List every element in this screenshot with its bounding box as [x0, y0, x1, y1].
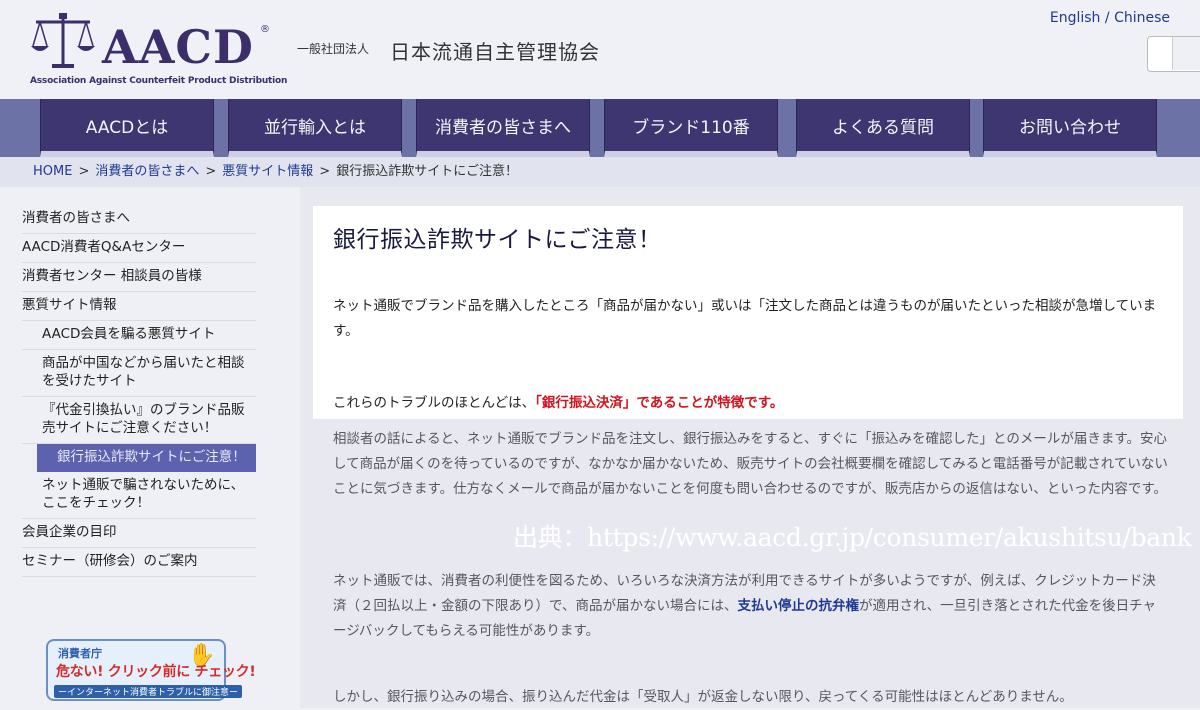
- banner-headline: 危ない! クリック前に チェック!: [56, 664, 256, 680]
- logo-subtitle: Association Against Counterfeit Product …: [30, 76, 288, 86]
- breadcrumb-home[interactable]: HOME: [33, 164, 72, 179]
- nav-about[interactable]: AACDとは: [40, 99, 214, 157]
- sidebar-item-label: 銀行振込詐欺サイトにご注意！: [57, 449, 246, 465]
- breadcrumb: HOME > 消費者の皆さまへ > 悪質サイト情報 > 銀行振込詐欺サイトにご注意！: [0, 157, 1200, 187]
- nav-contact[interactable]: お問い合わせ: [983, 99, 1157, 157]
- caa-warning-banner[interactable]: 消費者庁 危ない! クリック前に チェック! ーインターネット消費者トラブルに御…: [46, 639, 256, 701]
- lang-separator: /: [1104, 10, 1110, 26]
- source-caption: 出典：https://www.aacd.gr.jp/consumer/akush…: [513, 523, 1192, 552]
- aacd-logo[interactable]: AACD ® Association Against Counterfeit P…: [30, 12, 287, 90]
- intro-paragraph: ネット通販でブランド品を購入したところ「商品が届かない」或いは「注文した商品とは…: [333, 298, 1157, 339]
- feature-prefix: これらのトラブルのほとんどは、: [333, 395, 536, 411]
- nav-faq[interactable]: よくある質問: [796, 99, 970, 157]
- breadcrumb-malicious-sites[interactable]: 悪質サイト情報: [222, 164, 313, 179]
- body-paragraph-1: 相談者の話によると、ネット通販でブランド品を注文し、銀行振込みをすると、すぐに「…: [333, 431, 1168, 497]
- highlighted-article-header: 銀行振込詐欺サイトにご注意！ ネット通販でブランド品を購入したところ「商品が届か…: [313, 206, 1183, 419]
- language-switcher: English / Chinese: [1050, 10, 1170, 26]
- org-name: 日本流通自主管理協会: [390, 40, 600, 64]
- sidebar: 消費者の皆さまへ AACD消費者Q&Aセンター 消費者センター 相談員の皆様 悪…: [0, 187, 300, 708]
- org-prefix: 一般社団法人: [297, 42, 370, 56]
- feature-highlight: 「銀行振込決済」であることが特徴です。: [535, 395, 784, 411]
- sidebar-item-consumers[interactable]: 消費者の皆さまへ: [22, 205, 256, 234]
- nav-parallel-import[interactable]: 並行輸入とは: [228, 99, 402, 157]
- sidebar-menu: 消費者の皆さまへ AACD消費者Q&Aセンター 消費者センター 相談員の皆様 悪…: [22, 205, 256, 577]
- body-paragraph-3: しかし、銀行振り込みの場合、振り込んだ代金は「受取人」が返金しない限り、戻ってく…: [333, 689, 1073, 705]
- breadcrumb-arrow: >: [319, 164, 331, 179]
- nav-consumers[interactable]: 消費者の皆さまへ: [416, 99, 590, 157]
- breadcrumb-arrow: >: [78, 164, 90, 179]
- search-button[interactable]: [1172, 37, 1200, 70]
- lang-english-link[interactable]: English: [1050, 10, 1101, 26]
- main-content: 銀行振込詐欺サイトにご注意！ ネット通販でブランド品を購入したところ「商品が届か…: [300, 187, 1200, 708]
- logo-text: AACD: [102, 20, 254, 74]
- sidebar-item-seminar[interactable]: セミナー（研修会）のご案内: [22, 548, 256, 577]
- feature-paragraph: これらのトラブルのほとんどは、「銀行振込決済」であることが特徴です。: [333, 391, 783, 411]
- sidebar-item-malicious-sites[interactable]: 悪質サイト情報: [22, 292, 256, 321]
- sidebar-item-consultants[interactable]: 消費者センター 相談員の皆様: [22, 263, 256, 292]
- lang-chinese-link[interactable]: Chinese: [1114, 10, 1170, 26]
- site-header: AACD ® Association Against Counterfeit P…: [0, 0, 1200, 100]
- sidebar-item-cod-sites[interactable]: 『代金引換払い』のブランド品販売サイトにご注意ください！: [22, 397, 256, 444]
- breadcrumb-arrow: >: [205, 164, 217, 179]
- body-paragraph-2: ネット通販では、消費者の利便性を図るため、いろいろな決済方法が利用できるサイトが…: [333, 569, 1168, 644]
- sidebar-item-member-mark[interactable]: 会員企業の目印: [22, 519, 256, 548]
- banner-agency: 消費者庁: [58, 647, 102, 660]
- page-title: 銀行振込詐欺サイトにご注意！: [333, 227, 662, 253]
- sidebar-item-china-delivery-sites[interactable]: 商品が中国などから届いたと相談を受けたサイト: [22, 350, 256, 397]
- breadcrumb-current: 銀行振込詐欺サイトにご注意！: [336, 164, 518, 179]
- global-nav: AACDとは 並行輸入とは 消費者の皆さまへ ブランド110番 よくある質問 お…: [0, 99, 1200, 157]
- banner-subline: ーインターネット消費者トラブルに御注意ー: [54, 685, 243, 698]
- sidebar-item-bank-transfer-fraud[interactable]: 銀行振込詐欺サイトにご注意！: [37, 444, 256, 472]
- nav-brand-110[interactable]: ブランド110番: [604, 99, 778, 157]
- breadcrumb-consumers[interactable]: 消費者の皆さまへ: [95, 164, 199, 179]
- logo-registered-mark: ®: [260, 24, 270, 35]
- sidebar-item-checklist[interactable]: ネット通販で騙されないために、ここをチェック！: [22, 472, 256, 519]
- scales-logo-icon: [31, 13, 95, 68]
- mouse-icon: ✋: [188, 643, 216, 668]
- sidebar-item-fake-member-sites[interactable]: AACD会員を騙る悪質サイト: [22, 321, 256, 350]
- payment-stop-defense-link[interactable]: 支払い停止の抗弁権: [737, 598, 859, 614]
- sidebar-item-qa-center[interactable]: AACD消費者Q&Aセンター: [22, 234, 256, 263]
